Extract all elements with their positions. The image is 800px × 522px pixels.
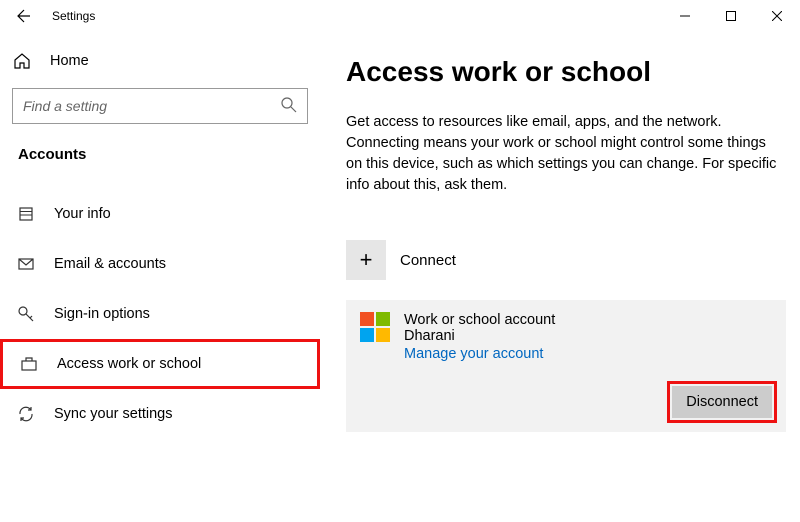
sidebar: Home Accounts Your info Email & acco — [0, 32, 320, 522]
sidebar-item-sync-settings[interactable]: Sync your settings — [0, 389, 320, 439]
search-input[interactable] — [12, 88, 308, 124]
account-card[interactable]: Work or school account Dharani Manage yo… — [346, 300, 786, 432]
maximize-icon — [726, 11, 736, 21]
sidebar-item-email-accounts[interactable]: Email & accounts — [0, 239, 320, 289]
sidebar-item-access-work-school[interactable]: Access work or school — [0, 339, 320, 389]
sidebar-item-label: Email & accounts — [54, 256, 166, 272]
mail-icon — [16, 255, 36, 273]
back-button[interactable] — [10, 8, 38, 24]
page-title: Access work or school — [346, 56, 786, 88]
maximize-button[interactable] — [708, 0, 754, 32]
person-icon — [16, 205, 36, 223]
close-icon — [772, 11, 782, 21]
account-user: Dharani — [404, 328, 555, 344]
sidebar-item-label: Your info — [54, 206, 111, 222]
search-icon — [280, 96, 298, 114]
sidebar-item-your-info[interactable]: Your info — [0, 189, 320, 239]
connect-button[interactable]: + Connect — [346, 240, 786, 280]
search-container — [12, 88, 308, 124]
plus-icon: + — [346, 240, 386, 280]
microsoft-logo-icon — [360, 312, 390, 342]
manage-account-link[interactable]: Manage your account — [404, 346, 555, 362]
briefcase-icon — [19, 355, 39, 373]
page-description: Get access to resources like email, apps… — [346, 112, 786, 196]
section-title: Accounts — [0, 146, 320, 189]
key-icon — [16, 305, 36, 323]
home-icon — [12, 52, 32, 70]
minimize-button[interactable] — [662, 0, 708, 32]
window-title: Settings — [52, 9, 95, 23]
close-button[interactable] — [754, 0, 800, 32]
sidebar-item-sign-in-options[interactable]: Sign-in options — [0, 289, 320, 339]
account-name: Work or school account — [404, 312, 555, 328]
titlebar: Settings — [0, 0, 800, 32]
sidebar-item-label: Sync your settings — [54, 406, 172, 422]
home-link[interactable]: Home — [0, 52, 320, 88]
minimize-icon — [680, 11, 690, 21]
disconnect-button[interactable]: Disconnect — [672, 386, 772, 418]
sidebar-item-label: Access work or school — [57, 356, 201, 372]
arrow-left-icon — [16, 8, 32, 24]
sync-icon — [16, 405, 36, 423]
sidebar-item-label: Sign-in options — [54, 306, 150, 322]
connect-label: Connect — [400, 252, 456, 269]
home-label: Home — [50, 53, 89, 69]
main-content: Access work or school Get access to reso… — [320, 32, 800, 522]
